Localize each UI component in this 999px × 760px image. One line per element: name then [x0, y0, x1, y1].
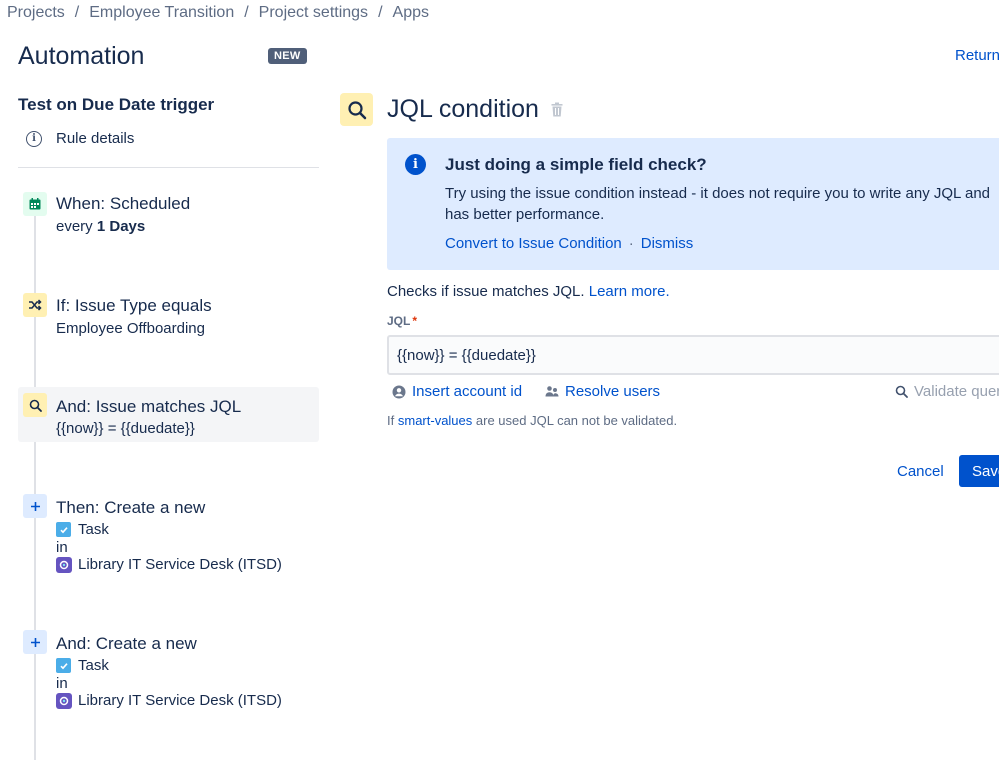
step-and-create-new[interactable]: And: Create a new Task in Library IT Ser…	[18, 628, 319, 713]
info-panel-title: Just doing a simple field check?	[445, 155, 707, 174]
breadcrumb-project-settings[interactable]: Project settings	[259, 4, 368, 21]
in-label: in	[56, 675, 68, 692]
rule-details-label: Rule details	[56, 130, 135, 147]
user-icon	[392, 385, 406, 399]
rule-name: Test on Due Date trigger	[18, 95, 215, 114]
step-if-issue-type[interactable]: If: Issue Type equals Employee Offboardi…	[18, 291, 319, 341]
project-avatar-icon	[56, 692, 72, 709]
step-when-scheduled[interactable]: When: Scheduled every 1 Days	[18, 190, 319, 240]
smart-values-link[interactable]: smart-values	[398, 413, 472, 428]
cancel-button[interactable]: Cancel	[885, 455, 956, 487]
info-panel-text-line2: has better performance.	[445, 206, 605, 223]
in-label: in	[56, 539, 68, 556]
learn-more-link[interactable]: Learn more.	[589, 283, 670, 300]
save-button[interactable]: Save	[959, 455, 999, 487]
return-to-list-link[interactable]: Return to list	[955, 47, 999, 64]
resolve-users-label: Resolve users	[565, 383, 661, 400]
required-marker: *	[412, 314, 418, 328]
description-line: Checks if issue matches JQL. Learn more.	[387, 283, 670, 300]
step-title: And: Create a new	[56, 634, 197, 653]
breadcrumb-apps[interactable]: Apps	[393, 4, 429, 21]
project-avatar-icon	[56, 556, 72, 573]
smart-values-hint: If smart-values are used JQL can not be …	[387, 413, 678, 428]
project-name: Library IT Service Desk (ITSD)	[78, 556, 282, 573]
search-icon	[895, 385, 908, 398]
description-text: Checks if issue matches JQL.	[387, 283, 585, 300]
validate-query-button[interactable]: Validate query	[895, 383, 999, 400]
issue-type: Task	[78, 521, 109, 538]
convert-to-issue-condition-link[interactable]: Convert to Issue Condition	[445, 235, 622, 252]
resolve-users-button[interactable]: Resolve users	[545, 383, 660, 400]
plus-icon	[23, 630, 47, 654]
project-line: Library IT Service Desk (ITSD)	[56, 692, 282, 709]
action-separator: ·	[628, 235, 634, 252]
page-title: Automation	[18, 42, 145, 70]
step-title: And: Issue matches JQL	[56, 397, 242, 416]
insert-account-id-label: Insert account id	[412, 383, 523, 400]
search-icon	[23, 393, 47, 417]
users-icon	[545, 385, 559, 398]
info-panel: i Just doing a simple field check? Try u…	[387, 138, 999, 270]
step-and-issue-matches-jql[interactable]: And: Issue matches JQL {{now}} = {{dueda…	[18, 387, 319, 442]
trash-icon[interactable]	[551, 102, 563, 122]
task-checkbox-icon	[56, 658, 71, 673]
step-title: If: Issue Type equals	[56, 296, 212, 315]
jql-input[interactable]	[387, 335, 999, 375]
plus-icon	[23, 494, 47, 518]
new-badge: NEW	[268, 48, 307, 64]
project-line: Library IT Service Desk (ITSD)	[56, 556, 282, 573]
step-subtitle: {{now}} = {{duedate}}	[56, 420, 195, 437]
calendar-icon	[23, 192, 47, 216]
breadcrumb: Projects / Employee Transition / Project set…	[7, 4, 429, 22]
step-subtitle: Employee Offboarding	[56, 320, 205, 337]
info-panel-text-line1: Try using the issue condition instead - …	[445, 185, 991, 202]
breadcrumb-separator: /	[378, 4, 383, 21]
condition-title: JQL condition	[387, 95, 539, 123]
shuffle-icon	[23, 293, 47, 317]
jql-field-label: JQL *	[387, 314, 418, 328]
validate-query-label: Validate query	[914, 383, 999, 400]
breadcrumb-projects[interactable]: Projects	[7, 4, 65, 21]
step-title: Then: Create a new	[56, 498, 206, 517]
breadcrumb-separator: /	[244, 4, 249, 21]
sidebar-divider	[18, 167, 319, 168]
search-icon	[340, 93, 373, 126]
info-icon: i	[405, 154, 426, 175]
breadcrumb-separator: /	[74, 4, 80, 21]
project-name: Library IT Service Desk (ITSD)	[78, 692, 282, 709]
insert-account-id-button[interactable]: Insert account id	[392, 383, 522, 400]
rule-details-link[interactable]: i Rule details	[26, 130, 134, 147]
task-checkbox-icon	[56, 522, 71, 537]
step-title: When: Scheduled	[56, 194, 191, 213]
issue-type-line: Task	[56, 521, 109, 538]
info-icon: i	[26, 130, 42, 147]
breadcrumb-employee-transition[interactable]: Employee Transition	[89, 4, 234, 21]
step-then-create-new[interactable]: Then: Create a new Task in Library IT Se…	[18, 492, 319, 577]
info-panel-actions: Convert to Issue Condition · Dismiss	[445, 235, 693, 252]
dismiss-link[interactable]: Dismiss	[641, 235, 694, 252]
issue-type: Task	[78, 657, 109, 674]
issue-type-line: Task	[56, 657, 109, 674]
step-subtitle: every 1 Days	[56, 218, 146, 235]
